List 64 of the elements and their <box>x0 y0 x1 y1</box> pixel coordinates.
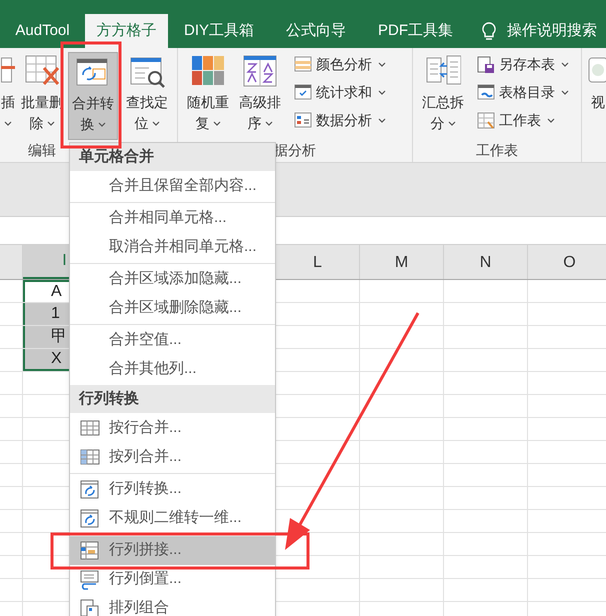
sum-table-icon <box>294 84 312 100</box>
ribbon-button[interactable]: 视 <box>588 52 606 140</box>
caret-icon <box>4 120 12 127</box>
menu-item[interactable]: 行列拼接... <box>70 536 275 565</box>
reverse-rows-icon <box>80 570 100 590</box>
ribbon-tab[interactable]: DIY工具箱 <box>168 14 270 48</box>
menu-item[interactable]: 合并且保留全部内容... <box>70 172 275 201</box>
ribbon-button[interactable]: 查找定 位 <box>122 52 172 140</box>
menu-item[interactable]: 按行合并... <box>70 414 275 443</box>
caret-icon <box>561 60 569 68</box>
ribbon-button[interactable]: 高级排 序 <box>236 52 284 140</box>
ribbon-menu-button[interactable]: 统计求和 <box>294 80 386 104</box>
search-label[interactable]: 操作说明搜索 <box>507 20 598 42</box>
join-table-icon <box>80 540 100 560</box>
caret-icon <box>212 120 220 127</box>
lightbulb-icon <box>481 21 498 41</box>
menu-section-header: 行列转换 <box>70 385 275 413</box>
ribbon-button[interactable]: 插 <box>0 52 16 140</box>
sheet-brush-icon <box>477 112 495 128</box>
caret-icon <box>378 116 386 124</box>
caret-icon <box>152 120 160 127</box>
ribbon-button[interactable]: 合并转 换 <box>68 52 118 140</box>
caret-icon <box>264 120 272 127</box>
ribbon-button[interactable]: 随机重 复 <box>184 52 232 140</box>
ribbon-menu-button[interactable]: 数据分析 <box>294 108 386 132</box>
caret-icon <box>561 88 569 96</box>
menu-item[interactable]: 行列转换... <box>70 475 275 504</box>
menu-item[interactable]: 排列组合 <box>70 594 275 616</box>
column-table-icon <box>80 448 100 468</box>
column-header: M <box>360 245 444 279</box>
ribbon-tab[interactable]: AudTool <box>0 14 85 48</box>
group-label: 编辑 <box>28 142 56 158</box>
caret-icon <box>448 120 456 127</box>
link-table-icon <box>477 84 495 100</box>
caret-icon <box>547 116 555 124</box>
sort-az-icon <box>242 54 278 88</box>
ribbon-tab[interactable]: 公式向导 <box>270 14 362 48</box>
ribbon-tab[interactable]: 方方格子 <box>85 14 168 48</box>
group-label: 工作表 <box>476 142 518 158</box>
ribbon-menu-button[interactable]: 另存本表 <box>477 52 569 76</box>
ribbon-tab[interactable]: PDF工具集 <box>362 14 470 48</box>
ribbon-menu-button[interactable]: 颜色分析 <box>294 52 386 76</box>
menu-item[interactable]: 合并相同单元格... <box>70 204 275 233</box>
ribbon-menu-button[interactable]: 表格目录 <box>477 80 569 104</box>
caret-icon <box>378 88 386 96</box>
menu-section-header: 单元格合并 <box>70 143 275 171</box>
column-header: O <box>528 245 606 279</box>
rotate-table-icon <box>80 508 100 528</box>
chart-table-icon <box>294 112 312 128</box>
menu-item[interactable]: 按列合并... <box>70 443 275 472</box>
color-grid-icon <box>190 54 226 88</box>
ribbon-menu-button[interactable]: 工作表 <box>477 108 569 132</box>
table-grid-icon <box>80 418 100 438</box>
caret-icon <box>98 121 106 128</box>
color-table-icon <box>294 56 312 72</box>
caret-icon <box>46 120 54 127</box>
menu-item[interactable]: 不规则二维转一维... <box>70 504 275 533</box>
rotate-table-icon <box>80 480 100 500</box>
save-sheet-icon <box>477 56 495 72</box>
caret-icon <box>378 60 386 68</box>
table-delete-icon <box>24 54 60 88</box>
menu-item[interactable]: 行列倒置... <box>70 565 275 594</box>
ribbon-button[interactable]: 汇总拆 分 <box>419 52 467 140</box>
column-header: N <box>444 245 528 279</box>
